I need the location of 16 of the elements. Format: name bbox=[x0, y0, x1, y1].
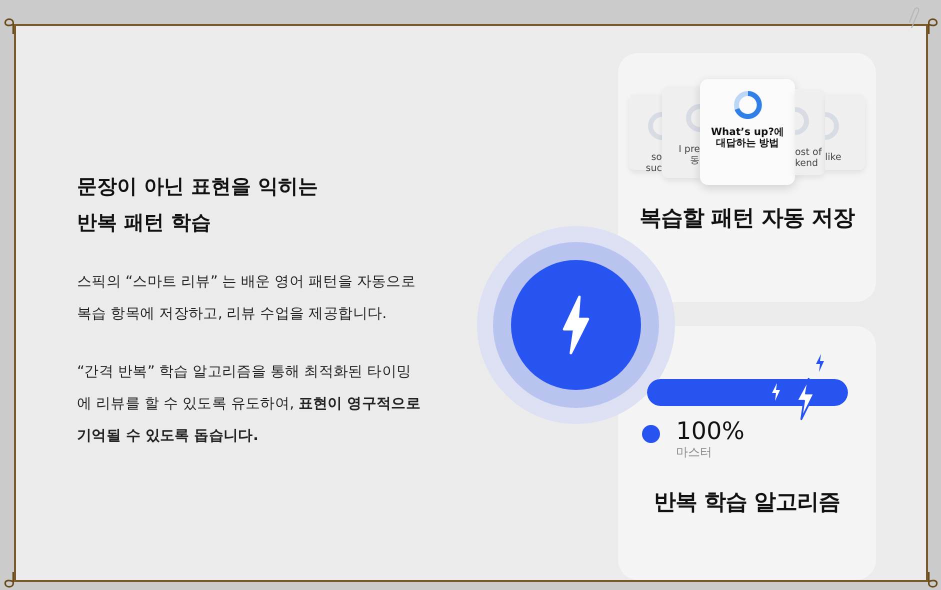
pattern-card[interactable]: I pre 동 bbox=[662, 86, 700, 178]
level-caption: 마스터 bbox=[676, 444, 713, 461]
card-title: 반복 학습 알고리즘 bbox=[654, 488, 840, 517]
section-heading: 문장이 아닌 표현을 익히는 반복 패턴 학습 bbox=[77, 173, 319, 236]
description-text: “간격 반복” 학습 알고리즘을 통해 최적화된 타이밍 에 리뷰를 할 수 있도록 유도하여, 표현이 영구적으로 기억될 수 있도록 돕습니다. bbox=[77, 363, 422, 446]
card-text: What’s up?에 대답하는 방법 bbox=[711, 127, 784, 149]
pattern-card[interactable]: like bbox=[825, 94, 865, 170]
card-text: ost of kend bbox=[795, 147, 822, 169]
card-text: I pre 동 bbox=[678, 144, 700, 166]
pattern-card[interactable]: so suc bbox=[629, 94, 662, 170]
percent-value: 100% bbox=[676, 418, 745, 444]
card-title: 복습할 패턴 자동 저장 bbox=[640, 205, 854, 233]
description-text: 스픽의 “스마트 리뷰” 는 배운 영어 패턴을 자동으로 복습 항목에 저장하고, 리뷰 수업을 제공합니다. bbox=[77, 273, 417, 324]
pattern-card[interactable]: What’s up?에 대답하는 방법 bbox=[700, 79, 795, 185]
pattern-card[interactable]: ost of kend bbox=[795, 89, 825, 175]
card-text: like bbox=[825, 152, 842, 163]
